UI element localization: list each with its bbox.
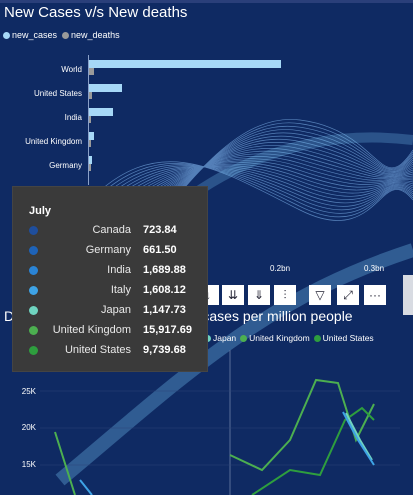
tooltip-title: July bbox=[29, 205, 52, 217]
bar-new-cases-united-states[interactable] bbox=[88, 84, 122, 92]
category-label-germany: Germany bbox=[49, 161, 82, 170]
hierarchy-icon[interactable]: ⫶ bbox=[274, 285, 296, 305]
canada-color-dot bbox=[29, 226, 38, 235]
focus-mode-icon[interactable]: ⤢ bbox=[337, 285, 359, 305]
united-states-color-dot bbox=[29, 346, 38, 355]
y-axis-tick-15k: 15K bbox=[21, 460, 36, 469]
go-to-next-level-icon[interactable]: ⇊ bbox=[222, 285, 244, 305]
tooltip-row-name: India bbox=[107, 264, 131, 276]
more-options-icon[interactable]: ··· bbox=[364, 285, 386, 305]
tooltip-row-germany: Germany 661.50 bbox=[13, 241, 207, 261]
legend-japan[interactable]: Japan bbox=[204, 333, 236, 343]
bar-new-cases-india[interactable] bbox=[88, 108, 113, 116]
x-axis-tick-0-2bn: 0.2bn bbox=[270, 264, 291, 273]
tooltip-row-italy: Italy 1,608.12 bbox=[13, 281, 207, 301]
bar-new-cases-world[interactable] bbox=[88, 60, 282, 68]
filter-icon[interactable]: ▽ bbox=[309, 285, 331, 305]
category-label-india: India bbox=[64, 113, 82, 122]
category-label-world: World bbox=[61, 65, 82, 74]
scrollbar[interactable] bbox=[403, 275, 413, 315]
expand-next-level-icon[interactable]: ⇓ bbox=[248, 285, 270, 305]
tooltip-row-value: 1,147.73 bbox=[143, 304, 186, 316]
tooltip-row-united-kingdom: United Kingdom 15,917.69 bbox=[13, 321, 207, 341]
legend-new-deaths[interactable]: new_deaths bbox=[62, 30, 120, 40]
x-axis-tick-0-3bn: 0.3bn bbox=[364, 264, 385, 273]
y-axis-tick-25k: 25K bbox=[21, 387, 36, 396]
legend-new-cases[interactable]: new_cases bbox=[3, 30, 57, 40]
japan-color-dot bbox=[29, 306, 38, 315]
tooltip-row-united-states: United States 9,739.68 bbox=[13, 341, 207, 361]
bar-chart-title: New Cases v/s New deaths bbox=[4, 4, 188, 21]
tooltip-row-india: India 1,689.88 bbox=[13, 261, 207, 281]
y-axis-tick-20k: 20K bbox=[21, 423, 36, 432]
category-label-united-states: United States bbox=[33, 89, 82, 98]
tooltip-row-value: 1,689.88 bbox=[143, 264, 186, 276]
tooltip-row-value: 661.50 bbox=[143, 244, 177, 256]
tooltip: July Canada 723.84 Germany 661.50 India … bbox=[12, 186, 208, 372]
line-chart-legend: Japan United Kingdom United States bbox=[204, 333, 374, 343]
tooltip-row-japan: Japan 1,147.73 bbox=[13, 301, 207, 321]
tooltip-row-value: 1,608.12 bbox=[143, 284, 186, 296]
tooltip-row-name: Germany bbox=[85, 244, 131, 256]
legend-united-kingdom[interactable]: United Kingdom bbox=[240, 333, 310, 343]
tooltip-row-value: 15,917.69 bbox=[143, 324, 192, 336]
united-kingdom-color-dot bbox=[29, 326, 38, 335]
italy-color-dot bbox=[29, 286, 38, 295]
tooltip-row-name: United States bbox=[64, 344, 131, 356]
legend-united-states[interactable]: United States bbox=[313, 333, 374, 343]
germany-color-dot bbox=[29, 246, 38, 255]
tooltip-row-canada: Canada 723.84 bbox=[13, 221, 207, 241]
bar-chart-legend: new_cases new_deaths bbox=[3, 30, 120, 40]
tooltip-row-name: Italy bbox=[110, 284, 131, 296]
tooltip-row-name: Canada bbox=[92, 224, 131, 236]
tooltip-row-name: Japan bbox=[101, 304, 131, 316]
tooltip-row-value: 723.84 bbox=[143, 224, 177, 236]
bar-chart-baseline bbox=[88, 55, 89, 185]
tooltip-row-name: United Kingdom bbox=[52, 324, 131, 336]
category-label-united-kingdom: United Kingdom bbox=[25, 137, 82, 146]
tooltip-row-value: 9,739.68 bbox=[143, 344, 186, 356]
india-color-dot bbox=[29, 266, 38, 275]
